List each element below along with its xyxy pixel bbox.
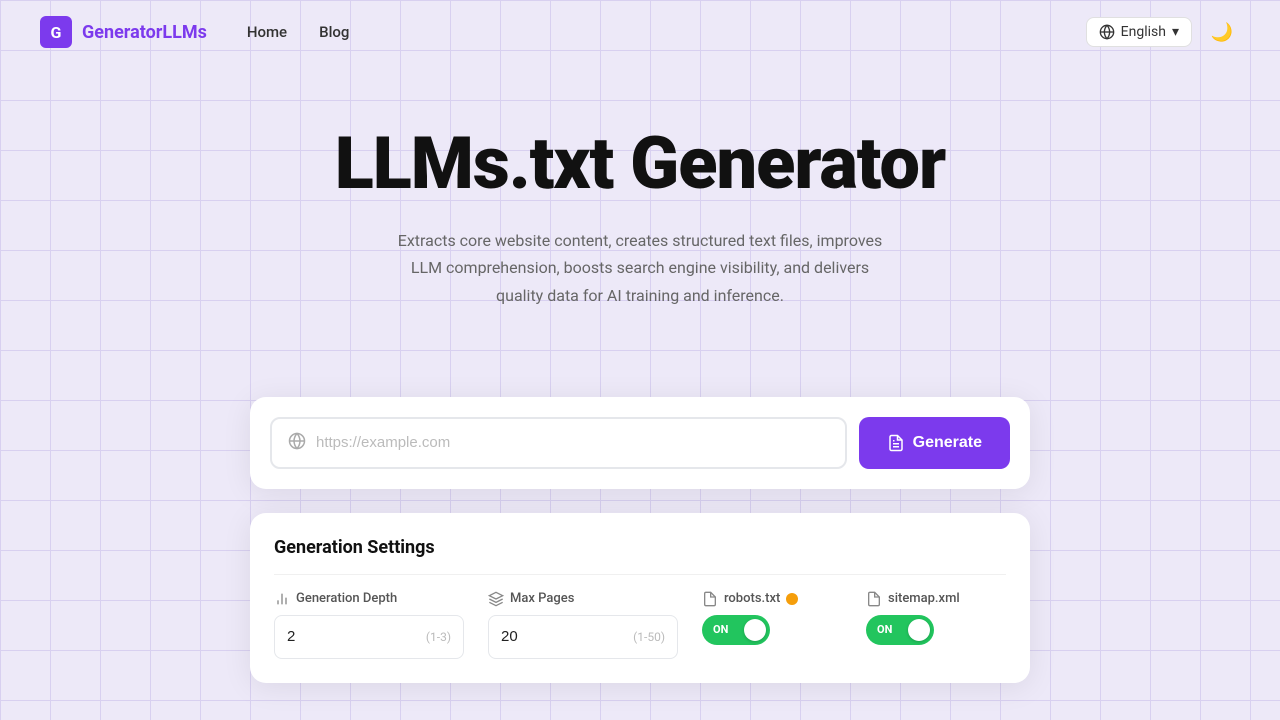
max-pages-input[interactable] (501, 628, 625, 645)
url-input-container: Generate (250, 397, 1030, 489)
robots-info-dot (786, 593, 798, 605)
settings-row: Generation Depth (1-3) Max Pages (1-50) (274, 591, 1006, 659)
depth-range: (1-3) (426, 630, 451, 644)
url-globe-icon (288, 432, 306, 454)
sitemap-field: sitemap.xml ON (866, 591, 1006, 645)
brand-logo[interactable]: G GeneratorLLMs (40, 16, 207, 48)
depth-input-wrapper: (1-3) (274, 615, 464, 659)
url-input[interactable] (316, 434, 829, 451)
depth-input[interactable] (287, 628, 418, 645)
file-icon-sitemap (866, 591, 882, 607)
settings-section: Generation Settings Generation Depth (1-… (250, 513, 1030, 683)
hero-title: LLMs.txt Generator (20, 124, 1260, 203)
sitemap-toggle[interactable]: ON (866, 615, 934, 645)
max-pages-input-wrapper: (1-50) (488, 615, 678, 659)
bar-chart-icon (274, 591, 290, 607)
max-pages-label: Max Pages (488, 591, 678, 607)
globe-icon (1099, 24, 1115, 40)
hero-subtitle: Extracts core website content, creates s… (390, 227, 890, 309)
sitemap-toggle-knob (908, 619, 930, 641)
language-selector[interactable]: English ▾ (1086, 17, 1192, 47)
brand-name: GeneratorLLMs (82, 22, 207, 43)
hero-section: LLMs.txt Generator Extracts core website… (0, 64, 1280, 397)
url-input-wrapper (270, 417, 847, 469)
max-pages-field: Max Pages (1-50) (488, 591, 678, 659)
depth-field: Generation Depth (1-3) (274, 591, 464, 659)
navbar: G GeneratorLLMs Home Blog English ▾ 🌙 (0, 0, 1280, 64)
max-pages-range: (1-50) (633, 630, 665, 644)
robots-field: robots.txt ON (702, 591, 842, 645)
language-label: English (1121, 24, 1166, 40)
robots-toggle[interactable]: ON (702, 615, 770, 645)
url-row: Generate (270, 417, 1010, 469)
theme-toggle-button[interactable]: 🌙 (1204, 14, 1240, 50)
sitemap-label: sitemap.xml (866, 591, 960, 607)
generate-button[interactable]: Generate (859, 417, 1010, 469)
file-icon-robots (702, 591, 718, 607)
nav-right: English ▾ 🌙 (1086, 14, 1240, 50)
brand-icon: G (40, 16, 72, 48)
nav-links: Home Blog (247, 23, 1086, 41)
robots-toggle-knob (744, 619, 766, 641)
robots-label: robots.txt (702, 591, 798, 607)
settings-title: Generation Settings (274, 537, 1006, 575)
document-icon (887, 434, 905, 452)
chevron-down-icon: ▾ (1172, 24, 1179, 40)
nav-blog[interactable]: Blog (319, 23, 349, 41)
layers-icon (488, 591, 504, 607)
depth-label: Generation Depth (274, 591, 464, 607)
nav-home[interactable]: Home (247, 23, 287, 41)
moon-icon: 🌙 (1211, 22, 1233, 43)
